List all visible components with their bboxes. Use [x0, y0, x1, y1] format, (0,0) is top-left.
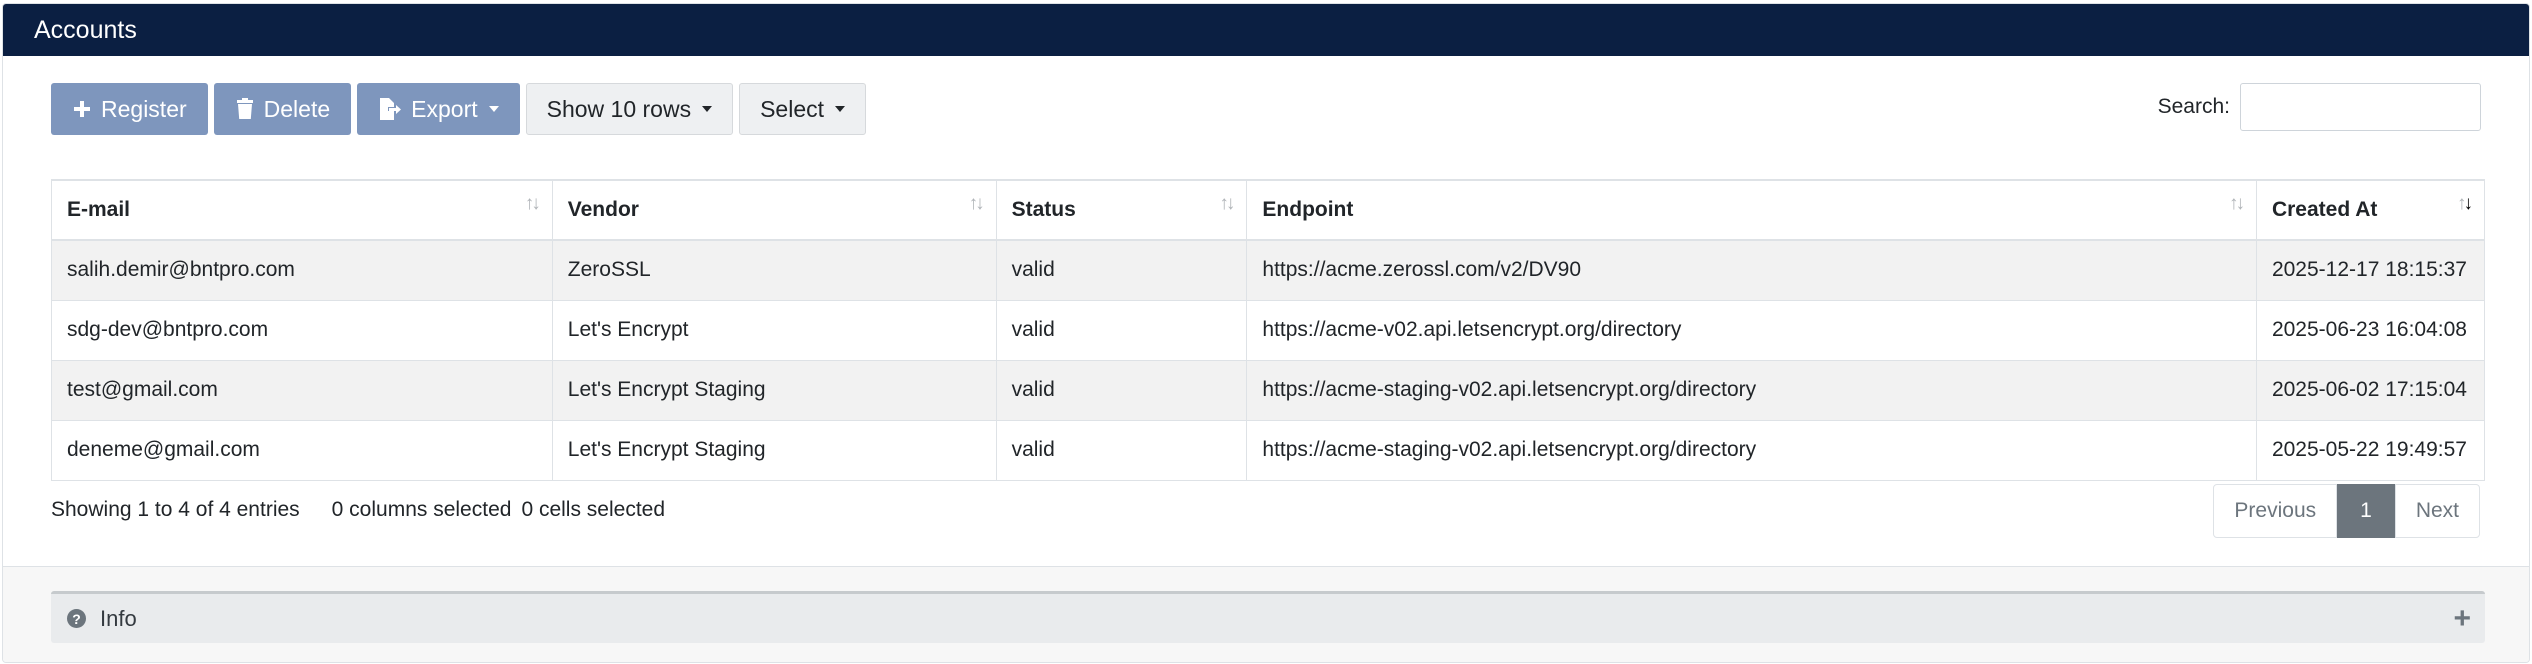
cell-created-at[interactable]: 2025-12-17 18:15:37	[2255, 239, 2486, 301]
register-label: Register	[101, 95, 187, 122]
table-row[interactable]: deneme@gmail.com Let's Encrypt Staging v…	[51, 419, 2486, 481]
panel-body: Register Delete Export Show 10 rows Sele…	[3, 56, 2529, 566]
cell-email[interactable]: sdg-dev@bntpro.com	[51, 299, 553, 361]
question-circle-icon: ?	[67, 609, 86, 628]
info-section: ? Info +	[3, 566, 2529, 662]
caret-down-icon	[835, 106, 846, 112]
file-export-icon	[380, 98, 402, 120]
cell-created-at[interactable]: 2025-06-23 16:04:08	[2255, 299, 2486, 361]
column-label: Vendor	[567, 198, 639, 221]
sort-desc-icon: ↑↓	[2457, 193, 2473, 214]
pagination: Previous 1 Next	[2213, 484, 2480, 538]
cell-endpoint[interactable]: https://acme.zerossl.com/v2/DV90	[1246, 239, 2257, 301]
select-label: Select	[760, 95, 825, 122]
entries-summary: Showing 1 to 4 of 4 entries	[51, 498, 300, 521]
cell-endpoint[interactable]: https://acme-staging-v02.api.letsencrypt…	[1246, 359, 2257, 421]
table-row[interactable]: sdg-dev@bntpro.com Let's Encrypt valid h…	[51, 299, 2486, 361]
show-rows-dropdown[interactable]: Show 10 rows	[525, 83, 734, 135]
cell-status[interactable]: valid	[995, 239, 1248, 301]
accounts-panel: Accounts Register Delete Export Show 10 …	[2, 3, 2530, 663]
cell-status[interactable]: valid	[995, 299, 1248, 361]
cell-endpoint[interactable]: https://acme-v02.api.letsencrypt.org/dir…	[1246, 299, 2257, 361]
plus-icon	[74, 101, 90, 117]
column-header-endpoint[interactable]: Endpoint ↑↓	[1246, 179, 2257, 241]
table-row[interactable]: salih.demir@bntpro.com ZeroSSL valid htt…	[51, 239, 2486, 301]
cell-status[interactable]: valid	[995, 359, 1248, 421]
column-label: Endpoint	[1262, 198, 1354, 221]
cell-vendor[interactable]: Let's Encrypt Staging	[551, 359, 997, 421]
show-rows-label: Show 10 rows	[546, 95, 692, 122]
cells-selected: 0 cells selected	[521, 498, 666, 521]
register-button[interactable]: Register	[51, 83, 208, 135]
column-header-vendor[interactable]: Vendor ↑↓	[551, 179, 997, 241]
table-row[interactable]: test@gmail.com Let's Encrypt Staging val…	[51, 359, 2486, 421]
cell-vendor[interactable]: Let's Encrypt	[551, 299, 997, 361]
toolbar: Register Delete Export Show 10 rows Sele…	[51, 83, 867, 135]
info-collapsible[interactable]: ? Info +	[51, 591, 2485, 643]
previous-page-button[interactable]: Previous	[2213, 484, 2338, 538]
caret-down-icon	[702, 106, 713, 112]
expand-plus-icon[interactable]: +	[2453, 602, 2471, 636]
column-header-email[interactable]: E-mail ↑↓	[51, 179, 553, 241]
column-label: Status	[1011, 198, 1076, 221]
cell-vendor[interactable]: Let's Encrypt Staging	[551, 419, 997, 481]
caret-down-icon	[488, 106, 499, 112]
search-label: Search:	[2157, 95, 2230, 118]
search-box: Search:	[2158, 83, 2481, 131]
page-1-button[interactable]: 1	[2337, 484, 2395, 538]
accounts-table: E-mail ↑↓ Vendor ↑↓ Status ↑↓ Endpoint ↑↓ Cr…	[51, 179, 2486, 481]
search-input[interactable]	[2240, 83, 2481, 131]
column-header-created-at[interactable]: Created At ↑↓	[2255, 179, 2486, 241]
sort-icon: ↑↓	[2228, 193, 2245, 214]
cell-email[interactable]: deneme@gmail.com	[51, 419, 553, 481]
delete-label: Delete	[263, 95, 331, 122]
column-label: E-mail	[67, 198, 131, 221]
cell-created-at[interactable]: 2025-06-02 17:15:04	[2255, 359, 2486, 421]
cell-email[interactable]: test@gmail.com	[51, 359, 553, 421]
table-info: Showing 1 to 4 of 4 entries 0 columns se…	[51, 498, 665, 522]
delete-button[interactable]: Delete	[213, 83, 352, 135]
next-page-button[interactable]: Next	[2394, 484, 2480, 538]
cell-status[interactable]: valid	[995, 419, 1248, 481]
cell-vendor[interactable]: ZeroSSL	[551, 239, 997, 301]
column-header-status[interactable]: Status ↑↓	[995, 179, 1248, 241]
sort-icon: ↑↓	[968, 193, 985, 214]
cell-endpoint[interactable]: https://acme-staging-v02.api.letsencrypt…	[1246, 419, 2257, 481]
trash-icon	[236, 98, 253, 119]
table-header-row: E-mail ↑↓ Vendor ↑↓ Status ↑↓ Endpoint ↑↓ Cr…	[51, 179, 2486, 241]
cell-email[interactable]: salih.demir@bntpro.com	[51, 239, 553, 301]
select-dropdown[interactable]: Select	[739, 83, 867, 135]
selection-summary: 0 columns selected 0 cells selected	[332, 498, 665, 522]
export-button[interactable]: Export	[357, 83, 520, 135]
info-title: Info	[100, 605, 137, 631]
columns-selected: 0 columns selected	[331, 498, 512, 521]
export-label: Export	[411, 95, 478, 122]
column-label: Created At	[2271, 198, 2378, 221]
sort-icon: ↑↓	[1219, 193, 1235, 214]
cell-created-at[interactable]: 2025-05-22 19:49:57	[2255, 419, 2486, 481]
sort-icon: ↑↓	[524, 193, 541, 214]
panel-title: Accounts	[3, 4, 2529, 56]
